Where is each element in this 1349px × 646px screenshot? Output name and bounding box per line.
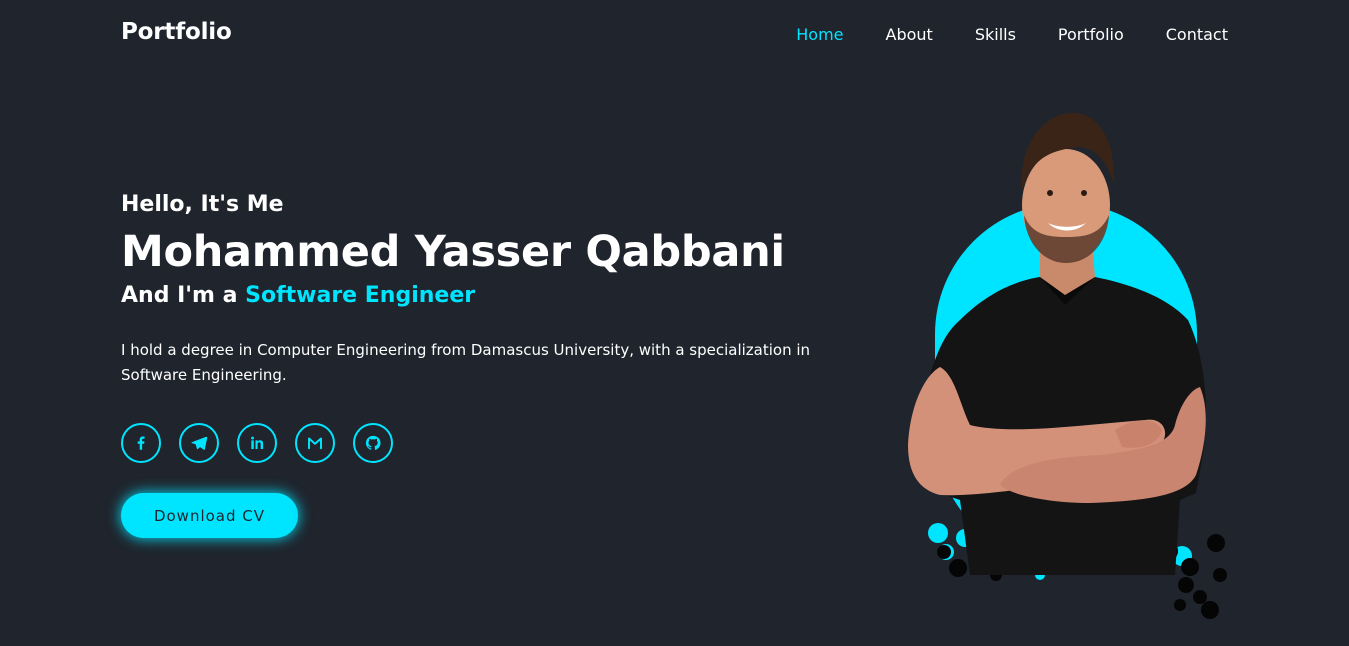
role-prefix: And I'm a [121, 283, 246, 308]
facebook-icon [137, 436, 145, 450]
gmail-link[interactable] [295, 423, 335, 463]
hero-greeting: Hello, It's Me [121, 192, 284, 217]
github-icon [365, 435, 381, 450]
telegram-icon [191, 436, 208, 450]
hero-name: Mohammed Yasser Qabbani [121, 227, 785, 277]
linkedin-icon [251, 436, 264, 449]
hero-content: Hello, It's Me Mohammed Yasser Qabbani A… [121, 190, 861, 388]
role-title: Software Engineer [245, 283, 476, 308]
linkedin-link[interactable] [237, 423, 277, 463]
site-header: Portfolio Home About Skills Portfolio Co… [0, 0, 1349, 72]
profile-photo [908, 112, 1227, 619]
site-logo[interactable]: Portfolio [121, 19, 232, 45]
social-links [121, 423, 411, 463]
hero-description: I hold a degree in Computer Engineering … [121, 341, 811, 384]
nav-link-portfolio[interactable]: Portfolio [1058, 25, 1124, 44]
nav-link-about[interactable]: About [886, 25, 933, 44]
nav-link-home[interactable]: Home [796, 25, 843, 44]
gmail-icon [308, 437, 322, 450]
telegram-link[interactable] [179, 423, 219, 463]
nav-link-skills[interactable]: Skills [975, 25, 1016, 44]
hero-role: And I'm a Software Engineer [121, 280, 861, 312]
download-cv-button[interactable]: Download CV [121, 493, 298, 538]
nav-link-contact[interactable]: Contact [1166, 25, 1228, 44]
main-nav: Home About Skills Portfolio Contact [754, 25, 1228, 44]
facebook-link[interactable] [121, 423, 161, 463]
github-link[interactable] [353, 423, 393, 463]
